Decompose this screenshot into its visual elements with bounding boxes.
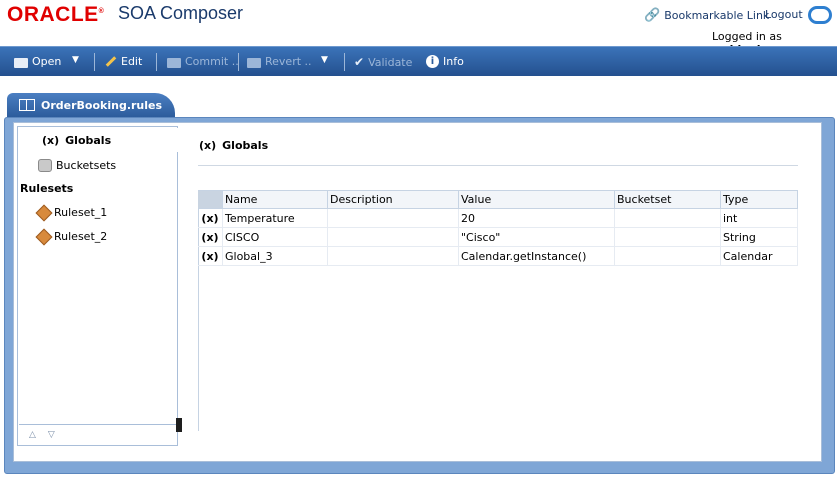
chevron-down-icon: ▼ <box>321 55 328 65</box>
bucketset-icon <box>38 159 52 172</box>
rulesets-heading: Rulesets <box>20 182 74 195</box>
chevron-down-icon[interactable]: ▽ <box>48 430 55 440</box>
validate-label: Validate <box>368 55 413 69</box>
cell-bucketset[interactable] <box>614 208 721 228</box>
revert-icon <box>247 57 261 68</box>
info-icon: i <box>426 55 439 68</box>
rules-navigator <box>17 126 178 446</box>
variable-icon: (x) <box>198 227 223 247</box>
ruleset-icon <box>35 228 53 245</box>
table-header-row: Name Description Value Bucketset Type <box>198 190 798 209</box>
toolbar-divider <box>344 53 345 71</box>
nav-item-bucketsets[interactable]: Bucketsets <box>38 159 116 172</box>
cell-bucketset[interactable] <box>614 246 721 266</box>
bookmarkable-link-label: Bookmarkable Link <box>664 9 770 22</box>
open-button[interactable]: Open <box>14 55 61 68</box>
app-header: ORACLE® SOA Composer 🔗 Bookmarkable Link… <box>0 0 837 56</box>
oracle-logo: ORACLE® <box>7 3 105 26</box>
revert-dropdown-button[interactable]: ▼ <box>321 55 328 65</box>
cell-bucketset[interactable] <box>614 227 721 247</box>
nav-item-ruleset-1[interactable]: Ruleset_1 <box>35 204 108 221</box>
edit-label: Edit <box>121 55 143 68</box>
revert-label: Revert .. <box>265 55 312 68</box>
commit-button[interactable]: Commit .. <box>167 55 239 68</box>
cell-description[interactable] <box>327 227 459 247</box>
main-toolbar: Open ▼ Edit Commit .. Revert .. ▼ ✔ Vali… <box>0 46 837 77</box>
logout-link[interactable]: Logout <box>765 8 803 21</box>
column-header-bucketset[interactable]: Bucketset <box>614 190 721 209</box>
checkmark-icon: ✔ <box>354 55 365 69</box>
nav-item-ruleset-2[interactable]: Ruleset_2 <box>35 228 108 245</box>
panel-splitter[interactable] <box>176 418 182 432</box>
info-button[interactable]: i Info <box>426 55 464 68</box>
page-title-label: Globals <box>222 139 269 152</box>
book-icon <box>19 99 35 111</box>
revert-button[interactable]: Revert .. <box>247 55 312 68</box>
table-row[interactable]: (x) CISCO "Cisco" String <box>198 227 798 247</box>
cell-name[interactable]: Temperature <box>222 208 328 228</box>
variable-icon: (x) <box>42 133 60 147</box>
tab-label: OrderBooking.rules <box>41 98 163 112</box>
open-label: Open <box>32 55 62 68</box>
validate-button[interactable]: ✔ Validate <box>354 55 412 69</box>
toolbar-divider <box>94 53 95 71</box>
logged-in-prefix: Logged in as <box>712 30 782 43</box>
chevron-down-icon: ▼ <box>72 55 79 65</box>
cell-type[interactable]: String <box>720 227 798 247</box>
info-label: Info <box>443 55 464 68</box>
ruleset-label: Ruleset_2 <box>54 230 108 243</box>
pencil-icon <box>105 56 117 67</box>
open-dropdown-button[interactable]: ▼ <box>72 55 79 65</box>
column-header-description[interactable]: Description <box>327 190 459 209</box>
toolbar-divider <box>238 53 239 71</box>
cell-type[interactable]: int <box>720 208 798 228</box>
table-corner <box>198 190 223 209</box>
divider <box>198 165 798 166</box>
cell-name[interactable]: Global_3 <box>222 246 328 266</box>
column-header-type[interactable]: Type <box>720 190 798 209</box>
navigator-footer: △ ▽ <box>19 424 176 444</box>
variable-icon: (x) <box>199 139 217 152</box>
folder-icon <box>14 57 28 68</box>
link-icon: 🔗 <box>644 8 661 23</box>
product-title: SOA Composer <box>118 3 244 23</box>
commit-label: Commit .. <box>185 55 239 68</box>
cell-value[interactable]: "Cisco" <box>458 227 615 247</box>
tab-orderbooking-rules[interactable]: OrderBooking.rules <box>7 93 175 117</box>
cell-description[interactable] <box>327 208 459 228</box>
cell-name[interactable]: CISCO <box>222 227 328 247</box>
nav-bucketsets-label: Bucketsets <box>56 159 117 172</box>
cell-type[interactable]: Calendar <box>720 246 798 266</box>
edit-button[interactable]: Edit <box>105 55 142 68</box>
commit-icon <box>167 57 181 68</box>
variable-icon: (x) <box>198 208 223 228</box>
nav-globals-label: Globals <box>65 133 112 147</box>
cell-value[interactable]: 20 <box>458 208 615 228</box>
toolbar-divider <box>156 53 157 71</box>
bookmarkable-link[interactable]: 🔗 Bookmarkable Link <box>644 8 769 23</box>
ruleset-icon <box>35 204 53 221</box>
nav-item-globals[interactable]: (x) Globals <box>36 128 178 152</box>
table-row[interactable]: (x) Temperature 20 int <box>198 208 798 228</box>
chevron-up-icon[interactable]: △ <box>29 430 36 440</box>
ruleset-label: Ruleset_1 <box>54 206 108 219</box>
oracle-o-icon <box>808 6 832 24</box>
column-header-name[interactable]: Name <box>222 190 328 209</box>
column-header-value[interactable]: Value <box>458 190 615 209</box>
globals-table: Name Description Value Bucketset Type (x… <box>198 190 798 266</box>
table-row[interactable]: (x) Global_3 Calendar.getInstance() Cale… <box>198 246 798 266</box>
cell-description[interactable] <box>327 246 459 266</box>
page-title: (x) Globals <box>199 139 268 152</box>
variable-icon: (x) <box>198 246 223 266</box>
cell-value[interactable]: Calendar.getInstance() <box>458 246 615 266</box>
